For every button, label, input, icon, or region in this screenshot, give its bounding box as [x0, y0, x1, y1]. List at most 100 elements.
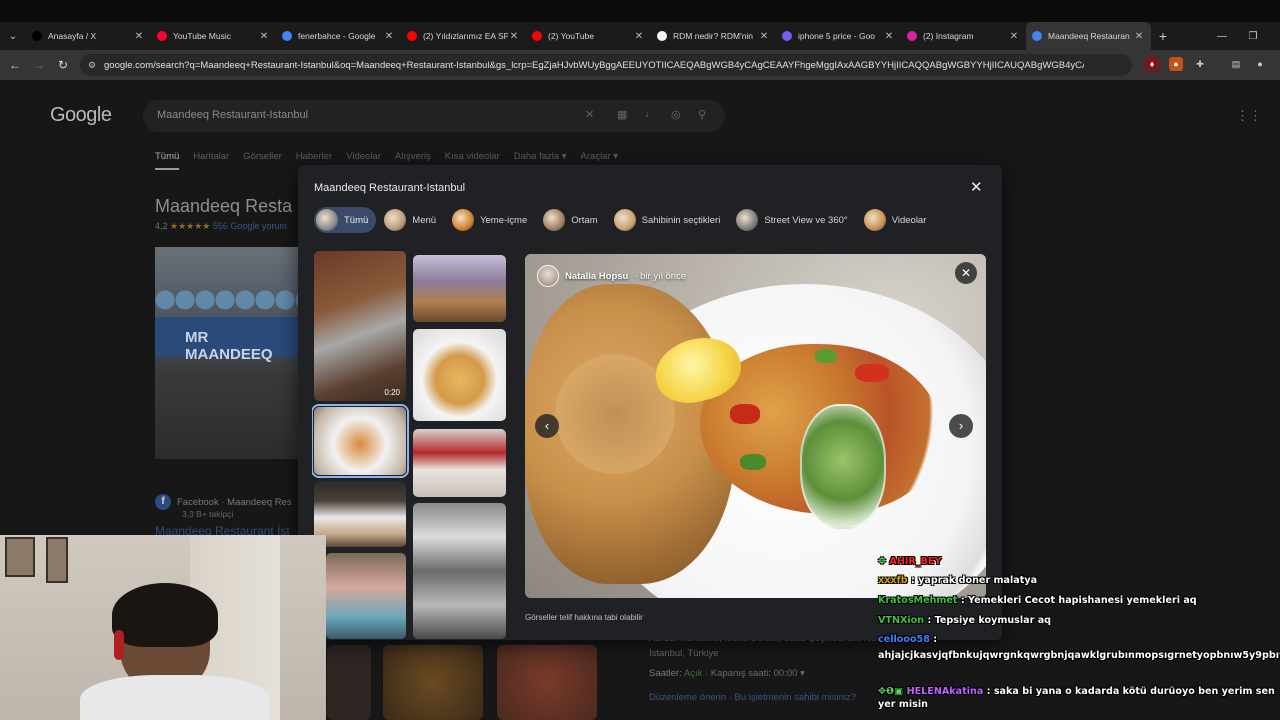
extensions-puzzle-icon[interactable]: ✚: [1193, 57, 1207, 71]
category-chip[interactable]: Yeme-içme: [450, 207, 535, 233]
chat-message: VTNXion : Tepsiye koymuslar aq: [878, 614, 1280, 627]
tab-close-icon[interactable]: ✕: [883, 31, 895, 42]
lens-icon[interactable]: ◎: [671, 108, 681, 121]
browser-tab[interactable]: YouTube Music ✕: [151, 22, 276, 50]
reload-button[interactable]: ↻: [51, 58, 75, 72]
restore-button[interactable]: ❐: [1238, 22, 1268, 50]
author-name[interactable]: Natalia Hopsu: [565, 271, 628, 282]
search-tab[interactable]: Haritalar: [193, 151, 229, 170]
clear-icon[interactable]: ✕: [585, 108, 594, 121]
chip-label: Menü: [412, 214, 437, 226]
browser-tab[interactable]: (2) Instagram ✕: [901, 22, 1026, 50]
category-chip[interactable]: Tümü: [314, 207, 377, 233]
browser-tab[interactable]: Anasayfa / X ✕: [26, 22, 151, 50]
facebook-result[interactable]: f Facebook · Maandeeq Res: [155, 494, 292, 510]
extension-icon[interactable]: ♦: [1145, 57, 1159, 71]
category-chip[interactable]: Street View ve 360°: [734, 207, 855, 233]
microphone-icon[interactable]: ♩: [645, 108, 656, 120]
browser-tab[interactable]: Maandeeq Restauran ✕: [1026, 22, 1151, 50]
browser-tab[interactable]: fenerbahce - Google ✕: [276, 22, 401, 50]
tab-close-icon[interactable]: ✕: [633, 31, 645, 42]
google-logo[interactable]: Google: [50, 104, 112, 127]
new-tab-button[interactable]: +: [1151, 28, 1175, 44]
selected-photo-thumbnail[interactable]: [312, 404, 409, 478]
tab-title: RDM nedir? RDM'nin: [673, 31, 754, 41]
photo-thumbnail[interactable]: [413, 429, 506, 497]
browser-tab[interactable]: (2) Yıldızlarımız EA SP ✕: [401, 22, 526, 50]
photo-thumbnail[interactable]: [314, 481, 406, 547]
browser-tab[interactable]: (2) YouTube ✕: [526, 22, 651, 50]
restaurant-sign: MR MAANDEEQ: [155, 317, 298, 363]
photo-thumbnail[interactable]: [326, 553, 406, 639]
tab-title: Maandeeq Restauran: [1048, 31, 1130, 41]
hours-row[interactable]: Saatler: Açık · Kapanış saati: 00:00 ▾: [649, 668, 805, 679]
category-chip[interactable]: Menü: [382, 207, 444, 233]
dialog-close-button[interactable]: ✕: [970, 178, 983, 196]
tab-title: YouTube Music: [173, 31, 231, 41]
tab-close-icon[interactable]: ✕: [133, 31, 145, 42]
chat-username: VTNXion: [878, 615, 925, 626]
photo-viewer[interactable]: Natalia Hopsu · bir yıl önce ✕ ‹ ›: [525, 254, 986, 598]
chip-thumbnail: [613, 209, 636, 231]
category-chip[interactable]: Videolar: [862, 207, 935, 233]
chat-text: : Tepsiye koymuslar aq: [924, 615, 1052, 626]
minimize-button[interactable]: —: [1207, 22, 1237, 50]
restaurant-front-photo[interactable]: MR MAANDEEQ: [155, 247, 298, 459]
chat-username: xxxfb: [878, 575, 908, 586]
photo-thumbnail[interactable]: [413, 503, 506, 639]
viewer-close-button[interactable]: ✕: [955, 262, 977, 284]
chat-text: :: [929, 634, 938, 645]
keyboard-icon[interactable]: ▦: [617, 108, 627, 121]
back-button[interactable]: ←: [3, 58, 27, 72]
tab-close-icon[interactable]: ✕: [383, 31, 395, 42]
photo-thumbnail[interactable]: [497, 645, 597, 720]
category-chip[interactable]: Ortam: [541, 207, 605, 233]
tab-close-icon[interactable]: ✕: [1133, 31, 1145, 42]
x-icon: [32, 31, 42, 41]
next-photo-button[interactable]: ›: [949, 414, 973, 438]
tab-close-icon[interactable]: ✕: [1008, 31, 1020, 42]
video-thumbnail[interactable]: 0:20: [314, 251, 406, 401]
chat-text: ahjajcjkasvjqfbnkujqwrgnkqwrgbnjqawklgru…: [878, 650, 1280, 661]
tab-close-icon[interactable]: ✕: [258, 31, 270, 42]
address-line2: İstanbul, Türkiye: [649, 648, 719, 659]
author-avatar: [537, 265, 559, 287]
browser-tab[interactable]: RDM nedir? RDM'nin ✕: [651, 22, 776, 50]
tab-search-button[interactable]: ⌄: [0, 22, 26, 50]
reviews-link[interactable]: 556 Google yorum: [213, 221, 287, 231]
search-tab[interactable]: Görseller: [243, 151, 282, 170]
search-tab[interactable]: Tümü: [155, 151, 180, 170]
photo-thumbnail[interactable]: [327, 645, 371, 720]
wall-frame: [5, 537, 35, 577]
sauce-cup: [800, 404, 886, 529]
chat-badges: ✥: [878, 556, 887, 567]
tab-close-icon[interactable]: ✕: [758, 31, 770, 42]
sidebar-icon[interactable]: ▤: [1229, 57, 1243, 71]
category-chip[interactable]: Sahibinin seçtikleri: [612, 207, 729, 233]
photo-time: · bir yıl önce: [634, 270, 687, 282]
forward-button[interactable]: →: [27, 58, 51, 72]
chat-badges: ✥❶▣: [878, 686, 904, 697]
photo-thumbnail[interactable]: [413, 329, 506, 421]
photo-thumbnail-grid: 0:20: [312, 251, 508, 640]
suggest-edit-link[interactable]: Düzenleme önerin: [649, 692, 726, 703]
address-bar[interactable]: ⚙ google.com/search?q=Maandeeq+Restauran…: [80, 54, 1132, 76]
headset: [114, 630, 124, 660]
chip-label: Yeme-içme: [480, 214, 528, 226]
browser-tab[interactable]: iphone 5 price - Goo ✕: [776, 22, 901, 50]
previous-photo-button[interactable]: ‹: [535, 414, 559, 438]
search-icon[interactable]: ⚲: [698, 108, 706, 121]
extension-icon[interactable]: ●: [1169, 57, 1183, 71]
search-box[interactable]: Maandeeq Restaurant-Istanbul ✕ ▦ ♩ ◎ ⚲: [143, 100, 725, 132]
tab-close-icon[interactable]: ✕: [508, 31, 520, 42]
own-business-link[interactable]: · Bu işletmenin sahibi misiniz?: [726, 692, 856, 703]
photo-thumbnail[interactable]: [413, 255, 506, 322]
profile-icon[interactable]: ●: [1253, 57, 1267, 71]
chip-thumbnail: [384, 209, 407, 231]
site-info-icon[interactable]: ⚙: [88, 60, 104, 71]
facebook-followers: 3,3 B+ takipçi: [182, 509, 234, 519]
photo-thumbnail[interactable]: [383, 645, 483, 720]
google-apps-icon[interactable]: ⋮⋮: [1236, 108, 1262, 124]
pepper: [815, 349, 837, 363]
chip-thumbnail: [452, 209, 475, 231]
